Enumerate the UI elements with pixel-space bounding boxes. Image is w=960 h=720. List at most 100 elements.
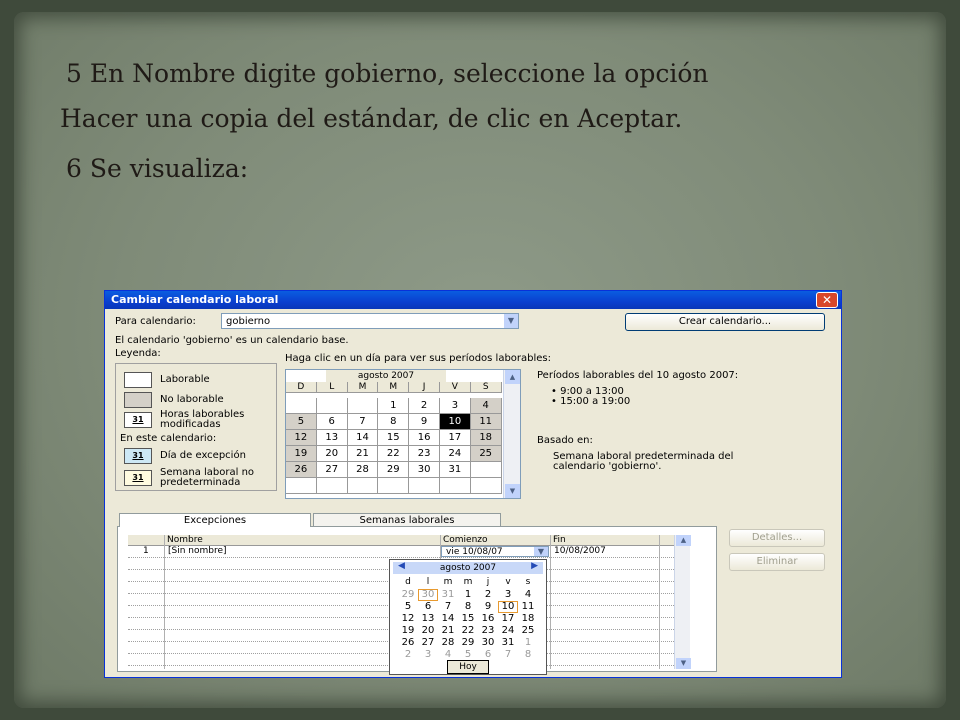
- create-calendar-button[interactable]: Crear calendario...: [625, 313, 825, 331]
- row-fin[interactable]: 10/08/2007: [551, 546, 606, 557]
- picker-day[interactable]: 13: [418, 613, 438, 625]
- calendar-day[interactable]: 21: [347, 446, 379, 462]
- picker-day[interactable]: 6: [418, 601, 438, 613]
- calendar-select[interactable]: gobierno ▼: [221, 313, 519, 329]
- calendar-day[interactable]: 3: [439, 398, 471, 414]
- picker-day[interactable]: 17: [498, 613, 518, 625]
- picker-day[interactable]: 5: [398, 601, 418, 613]
- picker-day[interactable]: 3: [418, 649, 438, 661]
- table-scrollbar[interactable]: ▲ ▼: [674, 535, 691, 669]
- picker-day[interactable]: 23: [478, 625, 498, 637]
- next-month-icon[interactable]: ▶: [531, 561, 538, 571]
- previous-month-icon[interactable]: ◀: [398, 561, 405, 571]
- picker-day[interactable]: 20: [418, 625, 438, 637]
- scroll-up-icon[interactable]: ▲: [676, 535, 691, 546]
- month-calendar[interactable]: agosto 2007 D L M M J V S 1 2 3 4 5 6 7 8 9 10 11 12 13 14 15…: [285, 369, 521, 499]
- start-date-select[interactable]: vie 10/08/07 ▼: [441, 546, 549, 557]
- picker-week-row: 19 20 21 22 23 24 25: [398, 625, 538, 637]
- calendar-day[interactable]: 18: [470, 430, 502, 446]
- picker-day[interactable]: 4: [518, 589, 538, 601]
- picker-day[interactable]: 18: [518, 613, 538, 625]
- picker-day[interactable]: 12: [398, 613, 418, 625]
- calendar-day[interactable]: 19: [286, 446, 317, 462]
- picker-day[interactable]: 8: [458, 601, 478, 613]
- picker-day[interactable]: 30: [478, 637, 498, 649]
- calendar-day[interactable]: 31: [439, 462, 471, 478]
- calendar-day[interactable]: 29: [378, 462, 410, 478]
- picker-day[interactable]: 29: [398, 589, 418, 601]
- calendar-scrollbar[interactable]: ▲ ▼: [503, 370, 520, 498]
- picker-day[interactable]: 21: [438, 625, 458, 637]
- calendar-day[interactable]: 10: [439, 414, 471, 430]
- calendar-day[interactable]: 1: [378, 398, 410, 414]
- calendar-day[interactable]: 23: [409, 446, 440, 462]
- picker-day[interactable]: 14: [438, 613, 458, 625]
- picker-day[interactable]: 30: [418, 589, 438, 601]
- picker-day[interactable]: 25: [518, 625, 538, 637]
- calendar-day[interactable]: 24: [439, 446, 471, 462]
- picker-day[interactable]: 10: [498, 601, 518, 613]
- picker-day[interactable]: 15: [458, 613, 478, 625]
- calendar-day[interactable]: 16: [409, 430, 440, 446]
- chevron-down-icon[interactable]: ▼: [503, 314, 518, 328]
- calendar-day[interactable]: 20: [316, 446, 348, 462]
- scroll-down-icon[interactable]: ▼: [505, 484, 520, 498]
- calendar-day[interactable]: 12: [286, 430, 317, 446]
- calendar-day[interactable]: 17: [439, 430, 471, 446]
- calendar-day[interactable]: 22: [378, 446, 410, 462]
- calendar-day[interactable]: 5: [286, 414, 317, 430]
- calendar-day[interactable]: 2: [409, 398, 440, 414]
- delete-button[interactable]: Eliminar: [729, 553, 825, 571]
- row-number: 1: [143, 546, 149, 556]
- base-calendar-info: El calendario 'gobierno' es un calendari…: [115, 335, 349, 346]
- calendar-day[interactable]: 6: [316, 414, 348, 430]
- calendar-day[interactable]: 25: [470, 446, 502, 462]
- picker-day[interactable]: 2: [478, 589, 498, 601]
- picker-day[interactable]: 7: [498, 649, 518, 661]
- picker-day[interactable]: 9: [478, 601, 498, 613]
- picker-day[interactable]: 3: [498, 589, 518, 601]
- tab-semanas-laborales[interactable]: Semanas laborales: [313, 513, 501, 527]
- calendar-day[interactable]: 4: [470, 398, 502, 414]
- calendar-day[interactable]: 28: [347, 462, 379, 478]
- date-picker-popup[interactable]: agosto 2007 ◀ ▶ d l m m j v s 29 30 31 1 2 3 4 5 6 7 8 9 10…: [389, 559, 547, 675]
- tab-excepciones[interactable]: Excepciones: [119, 513, 311, 527]
- picker-day[interactable]: 31: [498, 637, 518, 649]
- calendar-day[interactable]: 11: [470, 414, 502, 430]
- calendar-day[interactable]: 13: [316, 430, 348, 446]
- calendar-grid[interactable]: D L M M J V S 1 2 3 4 5 6 7 8 9 10 11 12 13 14 15 16 17 18 19 20 21…: [286, 382, 502, 494]
- calendar-day: [286, 398, 317, 414]
- picker-day[interactable]: 2: [398, 649, 418, 661]
- scroll-up-icon[interactable]: ▲: [505, 370, 520, 384]
- calendar-day[interactable]: 15: [378, 430, 410, 446]
- picker-day[interactable]: 19: [398, 625, 418, 637]
- picker-day[interactable]: 8: [518, 649, 538, 661]
- details-button[interactable]: Detalles...: [729, 529, 825, 547]
- picker-week-row: 12 13 14 15 16 17 18: [398, 613, 538, 625]
- picker-day[interactable]: 11: [518, 601, 538, 613]
- row-nombre[interactable]: [Sin nombre]: [165, 546, 227, 557]
- scroll-down-icon[interactable]: ▼: [676, 658, 691, 669]
- calendar-day[interactable]: 7: [347, 414, 379, 430]
- picker-day[interactable]: 31: [438, 589, 458, 601]
- picker-day[interactable]: 27: [418, 637, 438, 649]
- calendar-day[interactable]: 14: [347, 430, 379, 446]
- calendar-day[interactable]: 27: [316, 462, 348, 478]
- calendar-day[interactable]: 9: [409, 414, 440, 430]
- picker-day[interactable]: 29: [458, 637, 478, 649]
- calendar-day[interactable]: 8: [378, 414, 410, 430]
- picker-day[interactable]: 22: [458, 625, 478, 637]
- picker-day[interactable]: 26: [398, 637, 418, 649]
- close-icon[interactable]: ✕: [816, 292, 838, 308]
- chevron-down-icon[interactable]: ▼: [533, 547, 548, 556]
- calendar-day[interactable]: 26: [286, 462, 317, 478]
- picker-day[interactable]: 1: [458, 589, 478, 601]
- picker-day[interactable]: 28: [438, 637, 458, 649]
- picker-day[interactable]: 1: [518, 637, 538, 649]
- based-on-label: Basado en:: [537, 435, 593, 446]
- today-button[interactable]: Hoy: [447, 660, 489, 674]
- picker-day[interactable]: 7: [438, 601, 458, 613]
- calendar-day[interactable]: 30: [409, 462, 440, 478]
- picker-day[interactable]: 16: [478, 613, 498, 625]
- picker-day[interactable]: 24: [498, 625, 518, 637]
